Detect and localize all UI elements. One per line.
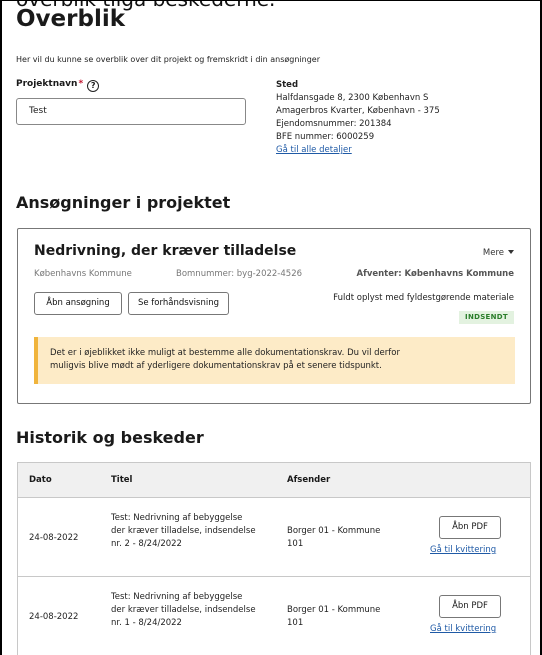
column-header-date: Dato	[29, 475, 52, 485]
open-pdf-button[interactable]: Åbn PDF	[439, 595, 501, 618]
alert-line-2: muligvis blive mødt af yderligere dokume…	[50, 361, 382, 371]
row-date: 24-08-2022	[29, 533, 79, 543]
page-subtitle: Her vil du kunne se overblik over dit pr…	[16, 55, 320, 64]
bfe-number: BFE nummer: 6000259	[276, 132, 375, 142]
project-name-input[interactable]: Test	[16, 98, 246, 125]
row-date: 24-08-2022	[29, 612, 79, 622]
awaiting-status: Afventer: Københavns Kommune	[356, 269, 514, 279]
row-title-line-3: nr. 2 - 8/24/2022	[111, 539, 182, 549]
application-title: Nedrivning, der kræver tilladelse	[34, 243, 297, 259]
status-badge: INDSENDT	[459, 311, 514, 324]
table-row: 24-08-2022 Test: Nedrivning af bebyggels…	[18, 577, 530, 655]
more-label: Mere	[482, 248, 504, 258]
row-title: Test: Nedrivning af bebyggelse der kræve…	[111, 591, 256, 630]
open-application-button[interactable]: Åbn ansøgning	[34, 292, 122, 315]
required-mark: *	[78, 79, 84, 89]
project-name-label: Projektnavn*?	[16, 79, 100, 92]
property-number: Ejendomsnummer: 201384	[276, 119, 392, 129]
receipt-link[interactable]: Gå til kvittering	[430, 545, 496, 555]
column-header-title: Titel	[111, 475, 133, 485]
help-icon[interactable]: ?	[87, 80, 100, 92]
table-header: Dato Titel Afsender	[18, 463, 530, 498]
row-sender: Borger 01 - Kommune 101	[287, 604, 380, 630]
row-sender-line-1: Borger 01 - Kommune	[287, 526, 381, 536]
row-title-line-1: Test: Nedrivning af bebyggelse	[111, 513, 243, 523]
application-municipality: Københavns Kommune	[34, 269, 132, 279]
applications-heading: Ansøgninger i projektet	[16, 193, 231, 212]
row-title-line-2: der kræver tilladelse, indsendelse	[111, 526, 256, 536]
alert-line-1: Det er i øjeblikket ikke muligt at beste…	[50, 348, 400, 358]
page-title: Overblik	[16, 6, 126, 32]
top-divider	[2, 0, 540, 1]
row-title-line-1: Test: Nedrivning af bebyggelse	[111, 592, 243, 602]
receipt-link[interactable]: Gå til kvittering	[430, 624, 496, 634]
row-sender-line-2: 101	[287, 539, 304, 549]
open-pdf-button[interactable]: Åbn PDF	[439, 516, 501, 539]
row-title: Test: Nedrivning af bebyggelse der kræve…	[111, 512, 256, 551]
row-sender-line-2: 101	[287, 618, 304, 628]
location-info: Sted Halfdansgade 8, 2300 København S Am…	[276, 79, 440, 157]
column-header-sender: Afsender	[287, 475, 331, 485]
history-heading: Historik og beskeder	[16, 428, 204, 447]
location-heading: Sted	[276, 80, 299, 90]
more-dropdown[interactable]: Mere	[483, 248, 514, 258]
building-number: Bomnummer: byg-2022-4526	[176, 269, 303, 279]
history-table: Dato Titel Afsender 24-08-2022 Test: Ned…	[17, 462, 531, 655]
preview-button[interactable]: Se forhåndsvisning	[128, 292, 229, 315]
row-sender: Borger 01 - Kommune 101	[287, 525, 380, 551]
location-district: Amagerbros Kvarter, København - 375	[276, 106, 440, 116]
page-frame: overblik tilgå beskederne. Overblik Her …	[0, 0, 542, 655]
row-title-line-3: nr. 1 - 8/24/2022	[111, 618, 182, 628]
application-card: Nedrivning, der kræver tilladelse Mere K…	[17, 228, 531, 404]
chevron-down-icon	[508, 250, 514, 254]
row-title-line-2: der kræver tilladelse, indsendelse	[111, 605, 256, 615]
table-row: 24-08-2022 Test: Nedrivning af bebyggels…	[18, 498, 530, 577]
project-name-label-text: Projektnavn	[16, 79, 78, 89]
location-address: Halfdansgade 8, 2300 København S	[276, 93, 429, 103]
completeness-status: Fuldt oplyst med fyldestgørende material…	[333, 293, 514, 303]
documentation-alert: Det er i øjeblikket ikke muligt at beste…	[34, 337, 515, 384]
row-sender-line-1: Borger 01 - Kommune	[287, 605, 381, 615]
details-link[interactable]: Gå til alle detaljer	[276, 144, 440, 157]
